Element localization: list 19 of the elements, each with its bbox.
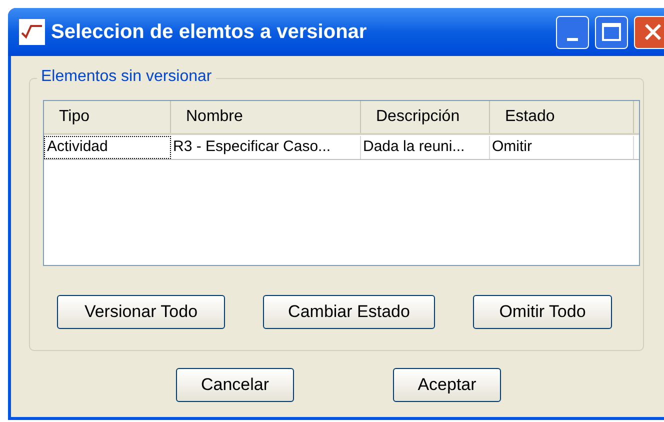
table-cell: Dada la reuni... bbox=[361, 136, 490, 159]
app-icon bbox=[19, 19, 45, 45]
table-cell: Omitir bbox=[490, 136, 634, 159]
minimize-button[interactable] bbox=[556, 16, 589, 48]
column-header[interactable]: Descripción bbox=[361, 101, 490, 133]
window-title: Seleccion de elemtos a versionar bbox=[51, 20, 368, 45]
close-button[interactable] bbox=[634, 16, 664, 48]
dialog-button[interactable]: Versionar Todo bbox=[57, 295, 225, 329]
table-cell: Actividad bbox=[44, 136, 171, 159]
dialog-button[interactable]: Cancelar bbox=[176, 368, 294, 402]
column-header[interactable]: Nombre bbox=[171, 101, 361, 133]
column-header[interactable]: Estado bbox=[490, 101, 634, 133]
close-icon bbox=[643, 22, 663, 42]
maximize-button[interactable] bbox=[595, 16, 628, 48]
column-header[interactable]: Tipo bbox=[44, 101, 171, 133]
dialog-button[interactable]: Aceptar bbox=[393, 368, 501, 402]
table-cell: R3 - Especificar Caso... bbox=[171, 136, 361, 159]
dialog-button[interactable]: Cambiar Estado bbox=[263, 295, 435, 329]
dialog-button[interactable]: Omitir Todo bbox=[473, 295, 612, 329]
